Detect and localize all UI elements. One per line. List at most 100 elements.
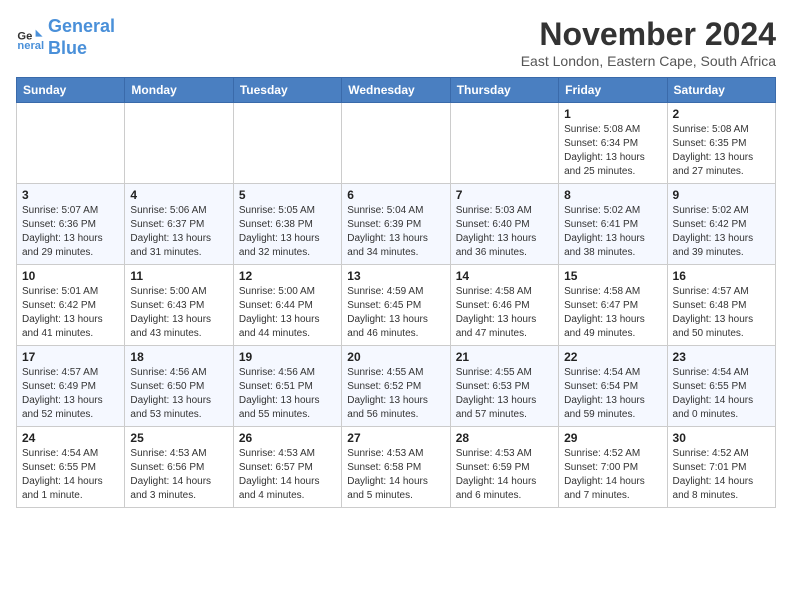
calendar-day-cell: 13 Sunrise: 4:59 AM Sunset: 6:45 PM Dayli… xyxy=(342,265,450,346)
calendar-day-cell: 2 Sunrise: 5:08 AM Sunset: 6:35 PM Daylig… xyxy=(667,103,775,184)
day-number: 29 xyxy=(564,431,661,445)
calendar-day-cell: 24 Sunrise: 4:54 AM Sunset: 6:55 PM Dayli… xyxy=(17,427,125,508)
empty-cell xyxy=(450,103,558,184)
day-number: 27 xyxy=(347,431,444,445)
day-info: Sunrise: 5:02 AM Sunset: 6:42 PM Dayligh… xyxy=(673,204,770,260)
day-info: Sunrise: 5:07 AM Sunset: 6:36 PM Dayligh… xyxy=(22,204,119,260)
day-info: Sunrise: 5:05 AM Sunset: 6:38 PM Dayligh… xyxy=(239,204,336,260)
day-info: Sunrise: 5:04 AM Sunset: 6:39 PM Dayligh… xyxy=(347,204,444,260)
day-number: 23 xyxy=(673,350,770,364)
day-number: 7 xyxy=(456,188,553,202)
location-title: East London, Eastern Cape, South Africa xyxy=(521,53,776,69)
calendar-week-row: 24 Sunrise: 4:54 AM Sunset: 6:55 PM Dayli… xyxy=(17,427,776,508)
day-info: Sunrise: 4:54 AM Sunset: 6:55 PM Dayligh… xyxy=(673,366,770,422)
calendar-day-cell: 4 Sunrise: 5:06 AM Sunset: 6:37 PM Daylig… xyxy=(125,184,233,265)
calendar-week-row: 10 Sunrise: 5:01 AM Sunset: 6:42 PM Dayli… xyxy=(17,265,776,346)
day-number: 17 xyxy=(22,350,119,364)
day-number: 20 xyxy=(347,350,444,364)
calendar-day-cell: 11 Sunrise: 5:00 AM Sunset: 6:43 PM Dayli… xyxy=(125,265,233,346)
page-header: Ge neral General Blue November 2024 East… xyxy=(16,16,776,69)
day-info: Sunrise: 4:54 AM Sunset: 6:55 PM Dayligh… xyxy=(22,447,119,503)
calendar-day-cell: 15 Sunrise: 4:58 AM Sunset: 6:47 PM Dayli… xyxy=(559,265,667,346)
weekday-header-thursday: Thursday xyxy=(450,78,558,103)
day-number: 8 xyxy=(564,188,661,202)
calendar-week-row: 3 Sunrise: 5:07 AM Sunset: 6:36 PM Daylig… xyxy=(17,184,776,265)
day-info: Sunrise: 5:00 AM Sunset: 6:43 PM Dayligh… xyxy=(130,285,227,341)
title-area: November 2024 East London, Eastern Cape,… xyxy=(521,16,776,69)
calendar-day-cell: 6Sunrise: 5:04 AM Sunset: 6:39 PM Daylig… xyxy=(342,184,450,265)
weekday-header-sunday: Sunday xyxy=(17,78,125,103)
day-number: 13 xyxy=(347,269,444,283)
day-info: Sunrise: 4:57 AM Sunset: 6:48 PM Dayligh… xyxy=(673,285,770,341)
day-number: 18 xyxy=(130,350,227,364)
empty-cell xyxy=(125,103,233,184)
calendar-day-cell: 1 Sunrise: 5:08 AM Sunset: 6:34 PM Daylig… xyxy=(559,103,667,184)
day-number: 11 xyxy=(130,269,227,283)
calendar-day-cell: 12 Sunrise: 5:00 AM Sunset: 6:44 PM Dayli… xyxy=(233,265,341,346)
day-info: Sunrise: 4:53 AM Sunset: 6:57 PM Dayligh… xyxy=(239,447,336,503)
calendar-day-cell: 19Sunrise: 4:56 AM Sunset: 6:51 PM Dayli… xyxy=(233,346,341,427)
day-number: 22 xyxy=(564,350,661,364)
empty-cell xyxy=(342,103,450,184)
day-number: 9 xyxy=(673,188,770,202)
day-info: Sunrise: 4:57 AM Sunset: 6:49 PM Dayligh… xyxy=(22,366,119,422)
calendar-day-cell: 8 Sunrise: 5:02 AM Sunset: 6:41 PM Daylig… xyxy=(559,184,667,265)
day-info: Sunrise: 5:01 AM Sunset: 6:42 PM Dayligh… xyxy=(22,285,119,341)
day-number: 19 xyxy=(239,350,336,364)
logo-text: General Blue xyxy=(48,16,115,59)
day-number: 25 xyxy=(130,431,227,445)
day-number: 4 xyxy=(130,188,227,202)
day-info: Sunrise: 4:52 AM Sunset: 7:00 PM Dayligh… xyxy=(564,447,661,503)
day-number: 3 xyxy=(22,188,119,202)
day-info: Sunrise: 4:54 AM Sunset: 6:54 PM Dayligh… xyxy=(564,366,661,422)
calendar-day-cell: 18 Sunrise: 4:56 AM Sunset: 6:50 PM Dayli… xyxy=(125,346,233,427)
weekday-header-saturday: Saturday xyxy=(667,78,775,103)
weekday-header-tuesday: Tuesday xyxy=(233,78,341,103)
day-info: Sunrise: 5:03 AM Sunset: 6:40 PM Dayligh… xyxy=(456,204,553,260)
day-number: 24 xyxy=(22,431,119,445)
calendar-day-cell: 27 Sunrise: 4:53 AM Sunset: 6:58 PM Dayli… xyxy=(342,427,450,508)
day-info: Sunrise: 5:02 AM Sunset: 6:41 PM Dayligh… xyxy=(564,204,661,260)
svg-text:neral: neral xyxy=(17,40,44,52)
calendar-week-row: 1 Sunrise: 5:08 AM Sunset: 6:34 PM Daylig… xyxy=(17,103,776,184)
day-info: Sunrise: 4:56 AM Sunset: 6:50 PM Dayligh… xyxy=(130,366,227,422)
calendar-day-cell: 5Sunrise: 5:05 AM Sunset: 6:38 PM Daylig… xyxy=(233,184,341,265)
logo-line1: General xyxy=(48,16,115,36)
day-info: Sunrise: 4:52 AM Sunset: 7:01 PM Dayligh… xyxy=(673,447,770,503)
calendar-day-cell: 26Sunrise: 4:53 AM Sunset: 6:57 PM Dayli… xyxy=(233,427,341,508)
day-info: Sunrise: 4:53 AM Sunset: 6:59 PM Dayligh… xyxy=(456,447,553,503)
calendar-day-cell: 28 Sunrise: 4:53 AM Sunset: 6:59 PM Dayli… xyxy=(450,427,558,508)
day-info: Sunrise: 5:08 AM Sunset: 6:35 PM Dayligh… xyxy=(673,123,770,179)
day-info: Sunrise: 4:58 AM Sunset: 6:47 PM Dayligh… xyxy=(564,285,661,341)
day-number: 10 xyxy=(22,269,119,283)
day-number: 2 xyxy=(673,107,770,121)
calendar-day-cell: 16 Sunrise: 4:57 AM Sunset: 6:48 PM Dayli… xyxy=(667,265,775,346)
day-info: Sunrise: 4:53 AM Sunset: 6:58 PM Dayligh… xyxy=(347,447,444,503)
logo-line2: Blue xyxy=(48,38,87,58)
calendar-day-cell: 29 Sunrise: 4:52 AM Sunset: 7:00 PM Dayli… xyxy=(559,427,667,508)
logo-icon: Ge neral xyxy=(16,24,44,52)
day-info: Sunrise: 4:53 AM Sunset: 6:56 PM Dayligh… xyxy=(130,447,227,503)
calendar-day-cell: 9 Sunrise: 5:02 AM Sunset: 6:42 PM Daylig… xyxy=(667,184,775,265)
calendar-day-cell: 21Sunrise: 4:55 AM Sunset: 6:53 PM Dayli… xyxy=(450,346,558,427)
calendar-day-cell: 10 Sunrise: 5:01 AM Sunset: 6:42 PM Dayli… xyxy=(17,265,125,346)
day-number: 16 xyxy=(673,269,770,283)
day-info: Sunrise: 4:59 AM Sunset: 6:45 PM Dayligh… xyxy=(347,285,444,341)
day-number: 15 xyxy=(564,269,661,283)
calendar-day-cell: 25 Sunrise: 4:53 AM Sunset: 6:56 PM Dayli… xyxy=(125,427,233,508)
day-number: 1 xyxy=(564,107,661,121)
calendar-day-cell: 3 Sunrise: 5:07 AM Sunset: 6:36 PM Daylig… xyxy=(17,184,125,265)
day-info: Sunrise: 5:00 AM Sunset: 6:44 PM Dayligh… xyxy=(239,285,336,341)
day-number: 12 xyxy=(239,269,336,283)
day-number: 30 xyxy=(673,431,770,445)
weekday-header-friday: Friday xyxy=(559,78,667,103)
day-info: Sunrise: 5:06 AM Sunset: 6:37 PM Dayligh… xyxy=(130,204,227,260)
empty-cell xyxy=(233,103,341,184)
day-info: Sunrise: 4:58 AM Sunset: 6:46 PM Dayligh… xyxy=(456,285,553,341)
calendar-table: SundayMondayTuesdayWednesdayThursdayFrid… xyxy=(16,77,776,508)
calendar-week-row: 17 Sunrise: 4:57 AM Sunset: 6:49 PM Dayli… xyxy=(17,346,776,427)
day-number: 28 xyxy=(456,431,553,445)
day-info: Sunrise: 5:08 AM Sunset: 6:34 PM Dayligh… xyxy=(564,123,661,179)
month-title: November 2024 xyxy=(521,16,776,53)
logo: Ge neral General Blue xyxy=(16,16,115,59)
